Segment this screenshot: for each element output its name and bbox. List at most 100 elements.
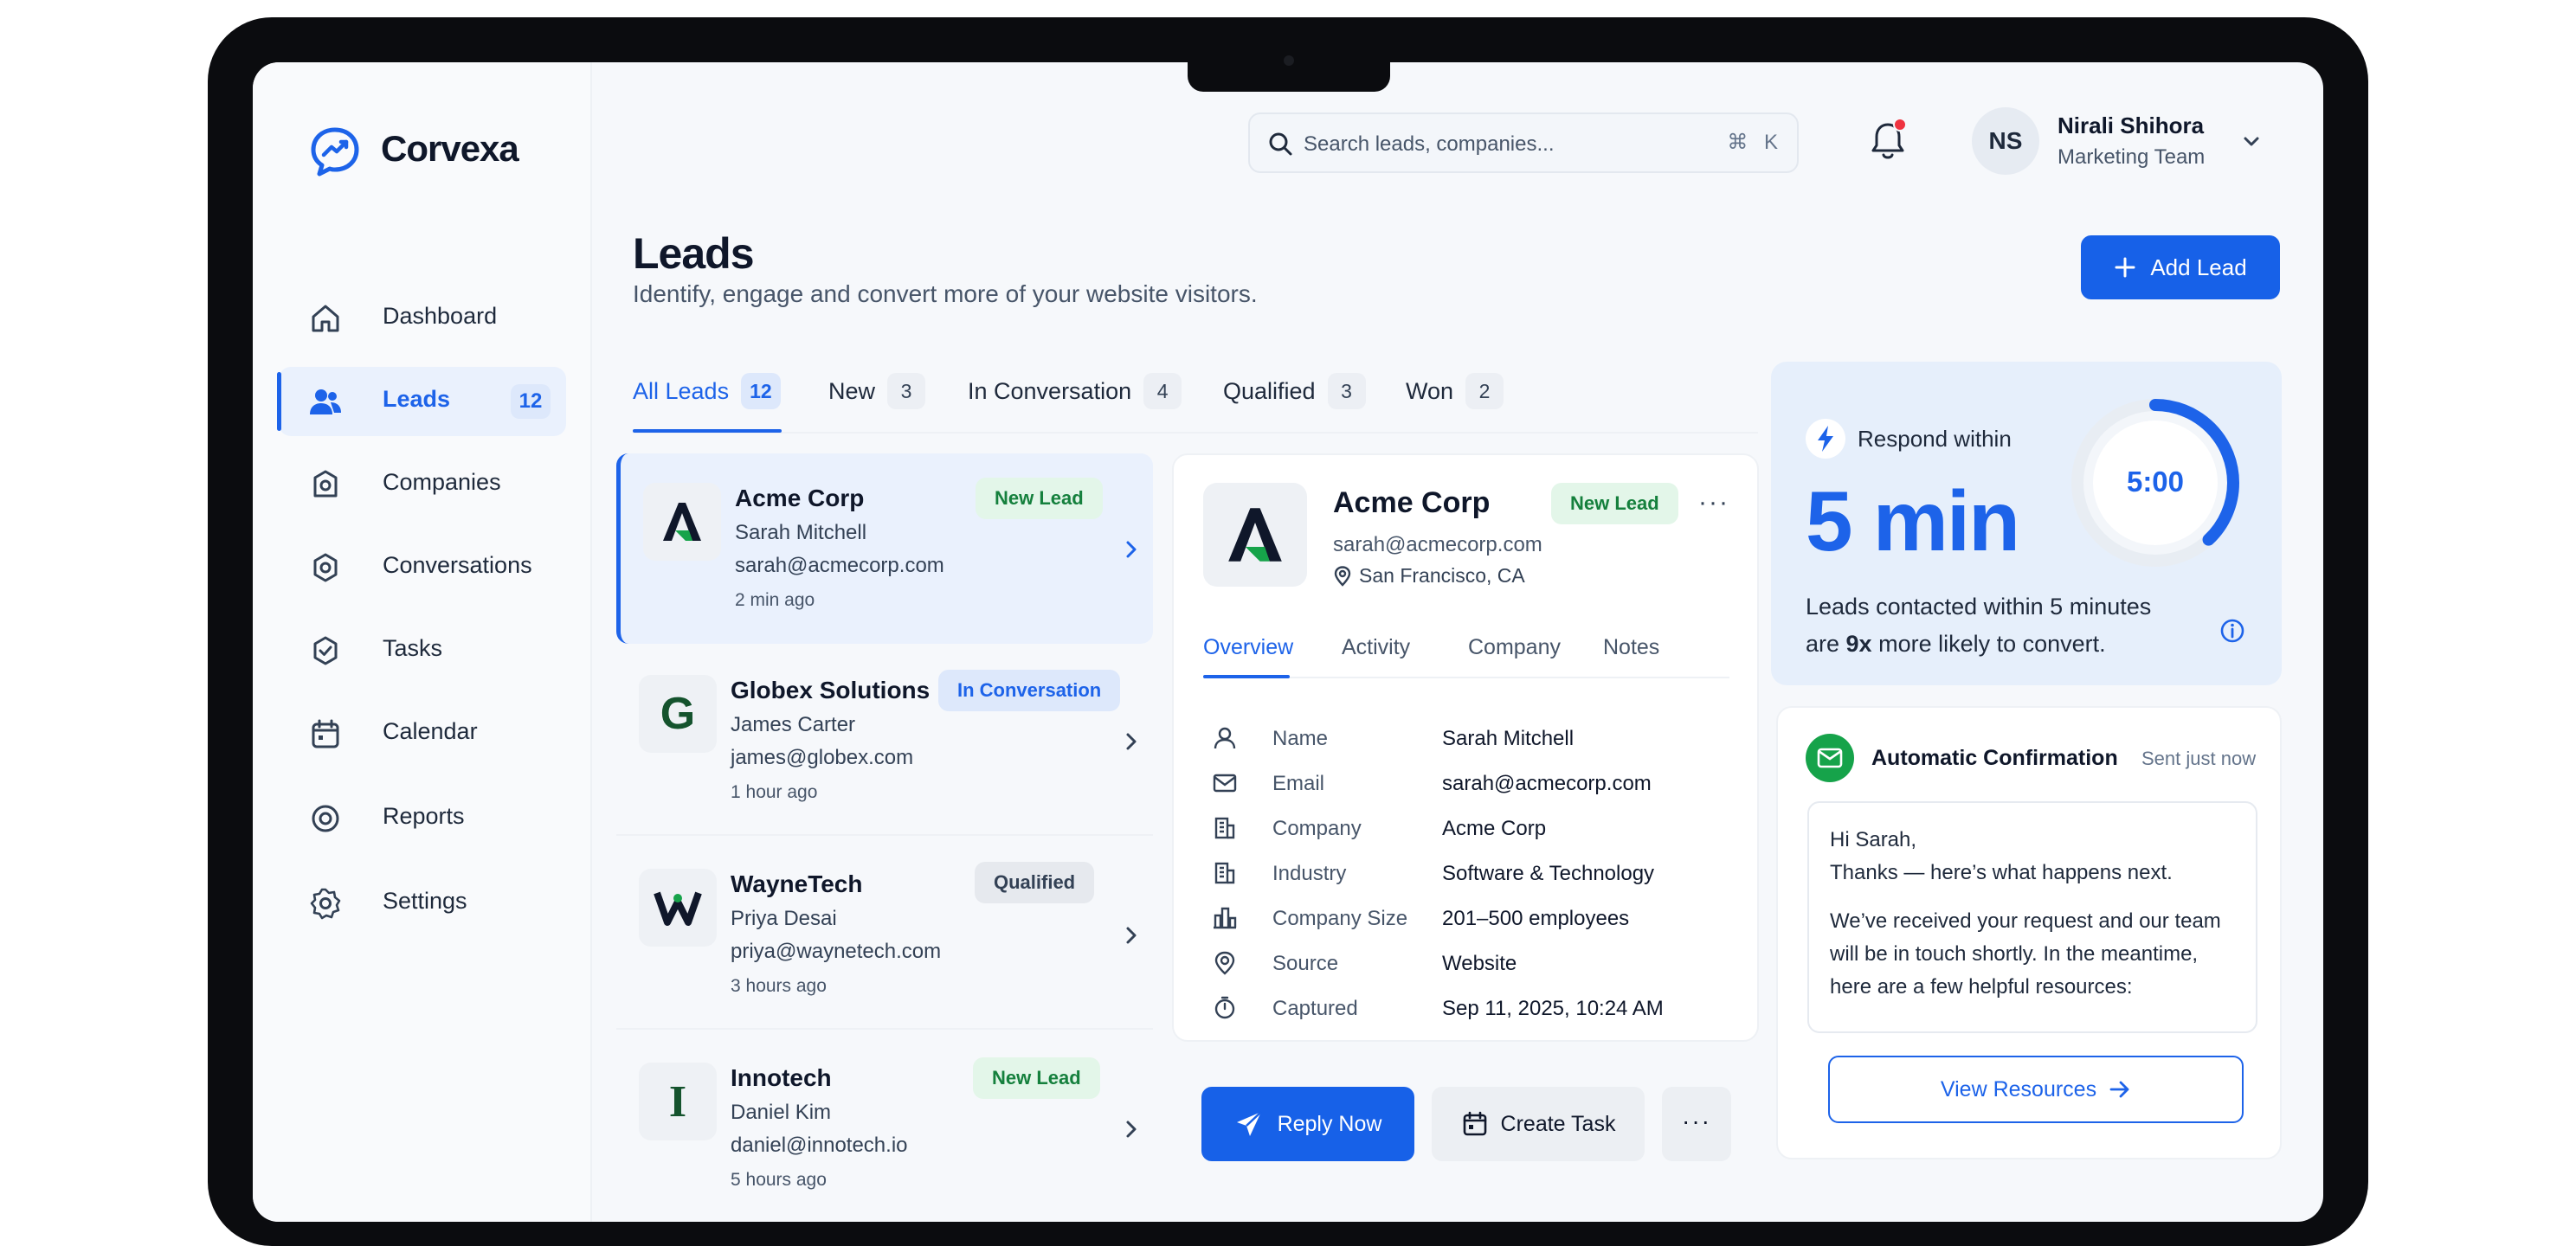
view-resources-button[interactable]: View Resources xyxy=(1828,1056,2244,1123)
more-actions-button[interactable]: ··· xyxy=(1662,1087,1731,1161)
sidebar-item-label: Settings xyxy=(383,888,467,914)
automatic-confirmation-card: Automatic Confirmation Sent just now Hi … xyxy=(1776,706,2282,1159)
active-tab-indicator xyxy=(633,429,782,433)
lead-time: 3 hours ago xyxy=(731,976,827,996)
add-lead-button[interactable]: Add Lead xyxy=(2081,235,2280,299)
users-icon xyxy=(310,389,341,414)
mail-icon xyxy=(1806,734,1854,782)
sidebar-item-settings[interactable]: Settings xyxy=(279,869,566,938)
page-subtitle: Identify, engage and convert more of you… xyxy=(633,280,1258,307)
user-name: Nirali Shihora xyxy=(2058,112,2205,138)
sidebar-item-calendar[interactable]: Calendar xyxy=(279,699,566,768)
countdown-timer: 5:00 xyxy=(2126,466,2185,498)
home-icon xyxy=(312,305,339,332)
timer-icon xyxy=(1214,996,1235,1019)
tab-won[interactable]: Won 2 xyxy=(1406,370,1504,412)
field-value: Software & Technology xyxy=(1442,862,1655,885)
tab-divider xyxy=(633,432,1758,434)
field-name: Name Sarah Mitchell xyxy=(1212,720,1731,755)
camera-notch xyxy=(1188,62,1390,92)
create-task-label: Create Task xyxy=(1500,1111,1616,1136)
check-square-icon xyxy=(313,636,338,665)
notification-dot xyxy=(1893,118,1907,132)
tab-count: 3 xyxy=(887,373,926,409)
detail-email: sarah@acmecorp.com xyxy=(1333,533,1542,556)
arrow-right-icon xyxy=(2109,1081,2129,1098)
field-label: Name xyxy=(1272,727,1329,750)
lead-card-acme[interactable]: Acme Corp Sarah Mitchell sarah@acmecorp.… xyxy=(616,453,1153,644)
tab-overview[interactable]: Overview xyxy=(1203,635,1293,660)
waynetech-logo-icon xyxy=(654,891,702,926)
tab-new[interactable]: New 3 xyxy=(828,370,926,412)
sidebar-item-dashboard[interactable]: Dashboard xyxy=(279,284,566,353)
lead-person: Sarah Mitchell xyxy=(735,521,867,544)
more-options-button[interactable]: ··· xyxy=(1698,488,1729,517)
tab-company[interactable]: Company xyxy=(1468,635,1561,660)
lead-company: Innotech xyxy=(731,1064,832,1091)
app-screen: Corvexa Dashboard Leads 12 Companies Con… xyxy=(253,62,2323,1222)
sidebar-item-conversations[interactable]: Conversations xyxy=(279,533,566,602)
sidebar-item-label: Reports xyxy=(383,803,465,829)
location-pin-icon xyxy=(1214,951,1235,975)
lead-email: daniel@innotech.io xyxy=(731,1134,908,1157)
user-team: Marketing Team xyxy=(2058,145,2206,169)
email-greeting: Hi Sarah, xyxy=(1830,828,1917,851)
status-badge: New Lead xyxy=(973,1057,1100,1099)
view-resources-label: View Resources xyxy=(1940,1076,2097,1101)
status-badge: New Lead xyxy=(1551,483,1678,524)
field-label: Company Size xyxy=(1272,907,1408,930)
target-icon xyxy=(312,805,339,832)
lead-time: 5 hours ago xyxy=(731,1170,827,1190)
sidebar-item-label: Calendar xyxy=(383,718,478,744)
sidebar-item-reports[interactable]: Reports xyxy=(279,784,566,853)
tab-notes[interactable]: Notes xyxy=(1603,635,1659,660)
tab-qualified[interactable]: Qualified 3 xyxy=(1223,370,1366,412)
field-company-size: Company Size 201–500 employees xyxy=(1212,900,1731,934)
location-text: San Francisco, CA xyxy=(1359,564,1525,587)
acme-logo-icon xyxy=(1228,508,1282,562)
lead-card-globex[interactable]: G Globex Solutions James Carter james@gl… xyxy=(616,645,1153,836)
sidebar-item-leads[interactable]: Leads 12 xyxy=(277,367,566,436)
lead-time: 2 min ago xyxy=(735,590,815,610)
search-input[interactable] xyxy=(1304,127,1702,162)
sidebar-item-label: Tasks xyxy=(383,635,443,661)
field-value: sarah@acmecorp.com xyxy=(1442,772,1652,795)
tab-label: In Conversation xyxy=(968,377,1132,404)
envelope-glyph xyxy=(1817,748,1843,768)
sidebar-item-label: Companies xyxy=(383,469,501,495)
sidebar-item-companies[interactable]: Companies xyxy=(279,450,566,519)
tab-count: 4 xyxy=(1143,373,1182,409)
sidebar-item-tasks[interactable]: Tasks xyxy=(279,616,566,685)
tab-label: All Leads xyxy=(633,377,730,404)
avatar[interactable]: NS xyxy=(1972,107,2039,175)
field-value: Sarah Mitchell xyxy=(1442,727,1575,750)
tab-count: 12 xyxy=(741,373,781,409)
tab-in-conversation[interactable]: In Conversation 4 xyxy=(968,370,1182,412)
lead-card-waynetech[interactable]: WayneTech Priya Desai priya@waynetech.co… xyxy=(616,839,1153,1030)
person-icon xyxy=(1214,727,1236,749)
tab-activity[interactable]: Activity xyxy=(1342,635,1410,660)
reply-now-label: Reply Now xyxy=(1277,1111,1382,1136)
tab-count: 2 xyxy=(1465,373,1504,409)
field-email: Email sarah@acmecorp.com xyxy=(1212,765,1731,800)
chevron-down-icon[interactable] xyxy=(2240,130,2263,152)
search-bar[interactable]: ⌘ K xyxy=(1248,112,1799,173)
field-label: Company xyxy=(1272,817,1362,840)
respond-label: Respond within xyxy=(1858,426,2012,452)
field-industry: Industry Software & Technology xyxy=(1212,855,1731,890)
lead-email: james@globex.com xyxy=(731,746,914,769)
add-lead-label: Add Lead xyxy=(2150,254,2247,280)
respond-text-bold: 9x xyxy=(1845,631,1872,657)
calendar-icon xyxy=(1463,1111,1486,1136)
tab-all-leads[interactable]: All Leads 12 xyxy=(633,370,781,412)
company-logo: G xyxy=(639,675,717,753)
info-icon[interactable] xyxy=(2218,616,2247,645)
search-shortcut: ⌘ K xyxy=(1727,131,1783,154)
lead-list: Acme Corp Sarah Mitchell sarah@acmecorp.… xyxy=(616,453,1153,1222)
create-task-button[interactable]: Create Task xyxy=(1432,1087,1645,1161)
field-company: Company Acme Corp xyxy=(1212,810,1731,845)
reply-now-button[interactable]: Reply Now xyxy=(1201,1087,1414,1161)
chevron-right-icon xyxy=(1126,1121,1137,1138)
lead-card-innotech[interactable]: I Innotech Daniel Kim daniel@innotech.io… xyxy=(616,1033,1153,1222)
lightning-icon xyxy=(1806,419,1845,459)
